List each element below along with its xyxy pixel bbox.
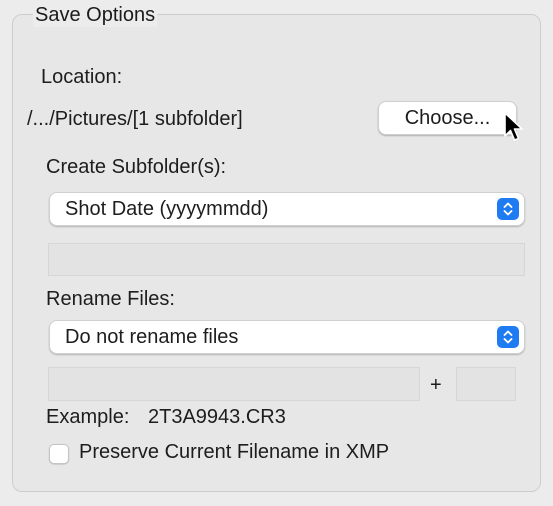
preserve-filename-label: Preserve Current Filename in XMP (79, 441, 390, 463)
subfolder-select-value: Shot Date (yyyymmdd) (65, 198, 269, 220)
rename-select[interactable]: Do not rename files (49, 320, 525, 354)
rename-suffix-field (456, 367, 516, 401)
rename-select-value: Do not rename files (65, 326, 239, 348)
choose-button-label: Choose... (404, 106, 491, 129)
rename-files-label: Rename Files: (46, 288, 175, 310)
subfolder-select[interactable]: Shot Date (yyyymmdd) (49, 192, 525, 226)
example-label: Example: (46, 406, 130, 428)
plus-sign: + (430, 374, 442, 396)
preserve-filename-checkbox[interactable] (49, 444, 69, 464)
panel-title: Save Options (33, 4, 158, 27)
location-path: /.../Pictures/[1 subfolder] (27, 108, 243, 130)
example-filename: 2T3A9943.CR3 (148, 406, 286, 428)
rename-name-field (48, 367, 420, 401)
location-label: Location: (41, 66, 123, 88)
chevron-up-down-icon (497, 326, 519, 348)
create-subfolder-label: Create Subfolder(s): (46, 156, 227, 178)
arrow-pointer-icon (504, 112, 523, 141)
choose-button[interactable]: Choose... (378, 101, 517, 135)
subfolder-custom-field (48, 243, 525, 276)
chevron-up-down-icon (497, 198, 519, 220)
